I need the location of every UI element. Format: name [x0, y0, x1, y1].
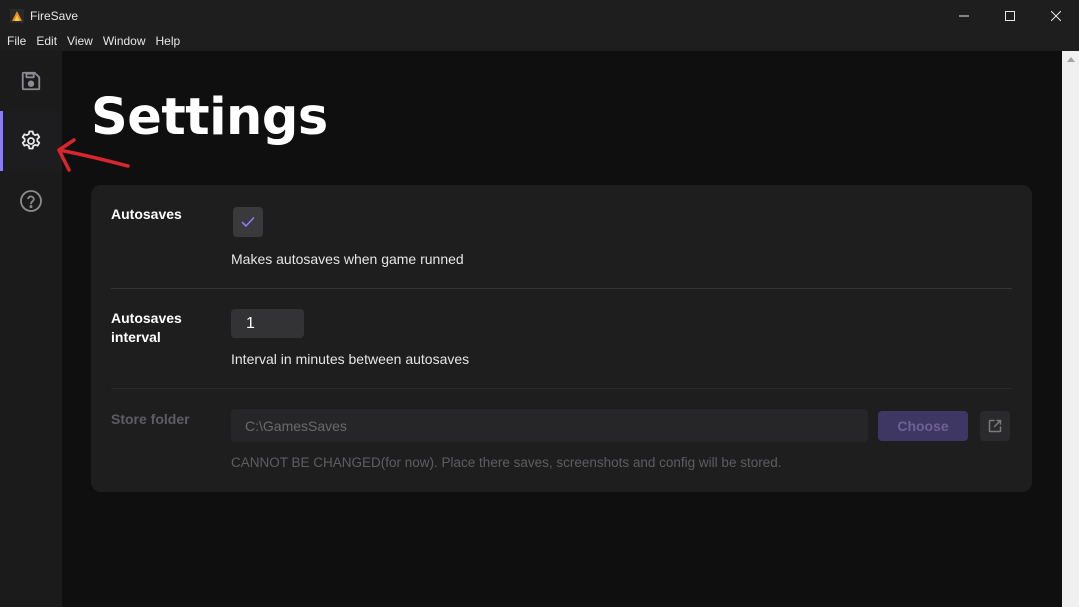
sidebar-item-help[interactable] — [0, 171, 62, 231]
menu-bar: File Edit View Window Help — [0, 31, 1079, 51]
help-circle-icon — [20, 190, 42, 212]
sidebar-item-settings[interactable] — [0, 111, 62, 171]
vertical-scrollbar[interactable] — [1062, 51, 1079, 607]
interval-label-line2: interval — [111, 329, 161, 345]
open-folder-button[interactable] — [980, 411, 1010, 441]
title-bar: FireSave — [0, 0, 1079, 31]
choose-folder-button[interactable]: Choose — [878, 411, 968, 441]
sidebar-item-saves[interactable] — [0, 51, 62, 111]
autosaves-checkbox[interactable] — [233, 207, 263, 237]
menu-file[interactable]: File — [2, 31, 31, 51]
save-icon — [21, 71, 41, 91]
scroll-up-button[interactable] — [1062, 51, 1079, 68]
close-button[interactable] — [1033, 0, 1079, 31]
autosaves-label: Autosaves — [111, 206, 182, 222]
store-folder-description: CANNOT BE CHANGED(for now). Place there … — [231, 455, 782, 470]
maximize-button[interactable] — [987, 0, 1033, 31]
divider — [111, 288, 1012, 289]
interval-label: Autosaves interval — [111, 309, 182, 347]
divider — [111, 388, 1012, 389]
menu-view[interactable]: View — [62, 31, 98, 51]
minimize-icon — [959, 15, 969, 16]
gear-icon — [21, 130, 41, 150]
page-title: Settings — [91, 88, 328, 147]
sidebar — [0, 51, 62, 607]
chevron-up-icon — [1066, 57, 1075, 62]
menu-help[interactable]: Help — [151, 31, 186, 51]
external-link-icon — [988, 419, 1002, 433]
maximize-icon — [1005, 10, 1015, 21]
interval-description: Interval in minutes between autosaves — [231, 351, 470, 367]
store-folder-label: Store folder — [111, 411, 190, 427]
minimize-button[interactable] — [941, 0, 987, 31]
settings-card: Autosaves Makes autosaves when game runn… — [91, 185, 1032, 492]
app-window: FireSave File Edit View Window Help Sett… — [0, 0, 1079, 607]
menu-edit[interactable]: Edit — [31, 31, 62, 51]
window-controls — [941, 0, 1079, 31]
interval-input[interactable] — [231, 309, 304, 338]
interval-label-line1: Autosaves — [111, 310, 182, 326]
window-title: FireSave — [30, 8, 79, 23]
store-folder-input[interactable] — [231, 409, 868, 442]
check-icon — [241, 217, 255, 227]
app-logo-icon — [10, 8, 24, 23]
close-icon — [1051, 10, 1061, 21]
scroll-thumb[interactable] — [1064, 68, 1077, 607]
autosaves-description: Makes autosaves when game runned — [231, 251, 464, 267]
menu-window[interactable]: Window — [98, 31, 151, 51]
